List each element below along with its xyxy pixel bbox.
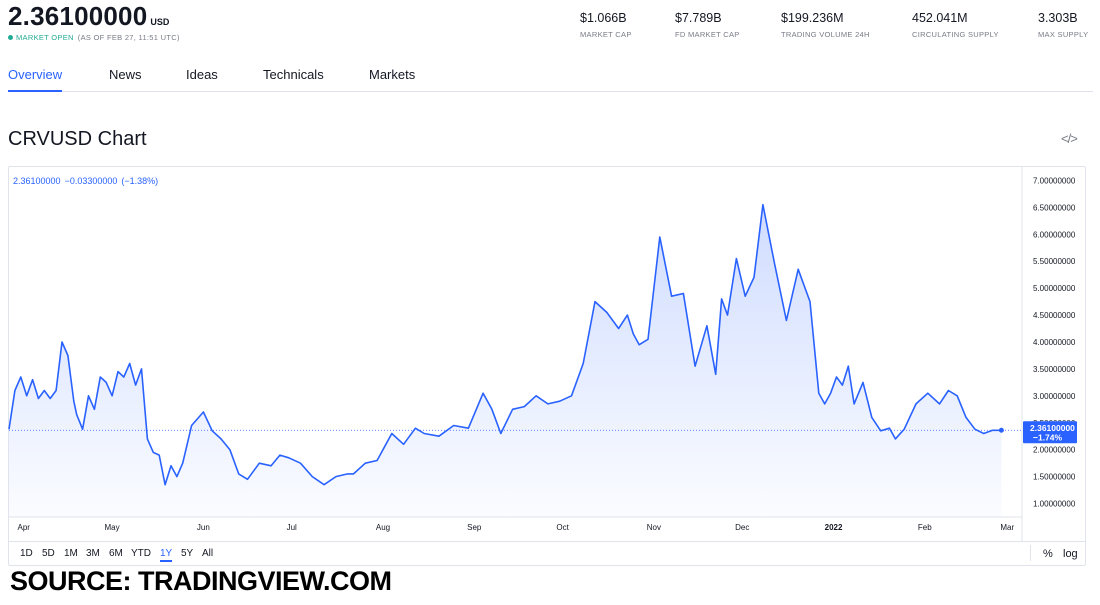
y-tick-label: 7.00000000 [1033, 176, 1076, 185]
range-6m[interactable]: 6M [109, 548, 123, 559]
range-1d[interactable]: 1D [20, 548, 33, 559]
x-tick-label: Sep [467, 523, 482, 532]
x-tick-label: Nov [647, 523, 661, 532]
y-tick-label: 6.50000000 [1033, 203, 1076, 212]
range-5d[interactable]: 5D [42, 548, 55, 559]
price-tag-value: 2.36100000 [1030, 423, 1075, 433]
bar-divider [1030, 545, 1031, 561]
y-tick-label: 5.00000000 [1033, 284, 1076, 293]
x-tick-label: Feb [918, 523, 932, 532]
chart-legend: 2.36100000 −0.03300000 (−1.38%) [13, 176, 162, 186]
range-ytd[interactable]: YTD [131, 548, 151, 559]
legend-change: −0.03300000 [64, 176, 118, 186]
x-tick-label: Jul [287, 523, 297, 532]
x-tick-label: May [105, 523, 120, 532]
range-1m[interactable]: 1M [64, 548, 78, 559]
y-tick-label: 1.50000000 [1033, 473, 1076, 482]
price-tag-change: −1.74% [1033, 432, 1063, 442]
price-tag: 2.36100000 −1.74% [1023, 421, 1077, 444]
y-tick-label: 3.00000000 [1033, 392, 1076, 401]
x-tick-label: 2022 [825, 523, 843, 532]
y-tick-label: 4.50000000 [1033, 311, 1076, 320]
range-all[interactable]: All [202, 548, 213, 559]
range-3m[interactable]: 3M [86, 548, 100, 559]
legend-last-value: 2.36100000 [13, 176, 61, 186]
y-tick-label: 4.00000000 [1033, 338, 1076, 347]
legend-change-pct: (−1.38%) [121, 176, 159, 186]
range-1y[interactable]: 1Y [160, 548, 173, 562]
x-tick-label: Mar [1000, 523, 1014, 532]
x-tick-label: Aug [376, 523, 390, 532]
y-tick-label: 5.50000000 [1033, 257, 1076, 266]
range-5y[interactable]: 5Y [181, 548, 193, 559]
x-tick-label: Jun [197, 523, 210, 532]
x-tick-label: Apr [17, 523, 30, 532]
price-chart[interactable]: 1.000000001.500000002.000000002.50000000… [0, 0, 1100, 605]
y-tick-label: 2.00000000 [1033, 446, 1076, 455]
log-scale-button[interactable]: log [1063, 548, 1078, 560]
x-tick-label: Dec [735, 523, 749, 532]
y-tick-label: 1.00000000 [1033, 500, 1076, 509]
last-price-dot [998, 427, 1004, 433]
range-bar: 1D 5D 1M 3M 6M YTD 1Y 5Y All % log [9, 541, 1085, 565]
y-tick-label: 6.00000000 [1033, 230, 1076, 239]
percent-scale-button[interactable]: % [1043, 548, 1053, 560]
source-caption: SOURCE: TRADINGVIEW.COM [10, 566, 392, 596]
price-area-fill [9, 204, 1002, 517]
x-tick-label: Oct [556, 523, 569, 532]
y-tick-label: 3.50000000 [1033, 365, 1076, 374]
